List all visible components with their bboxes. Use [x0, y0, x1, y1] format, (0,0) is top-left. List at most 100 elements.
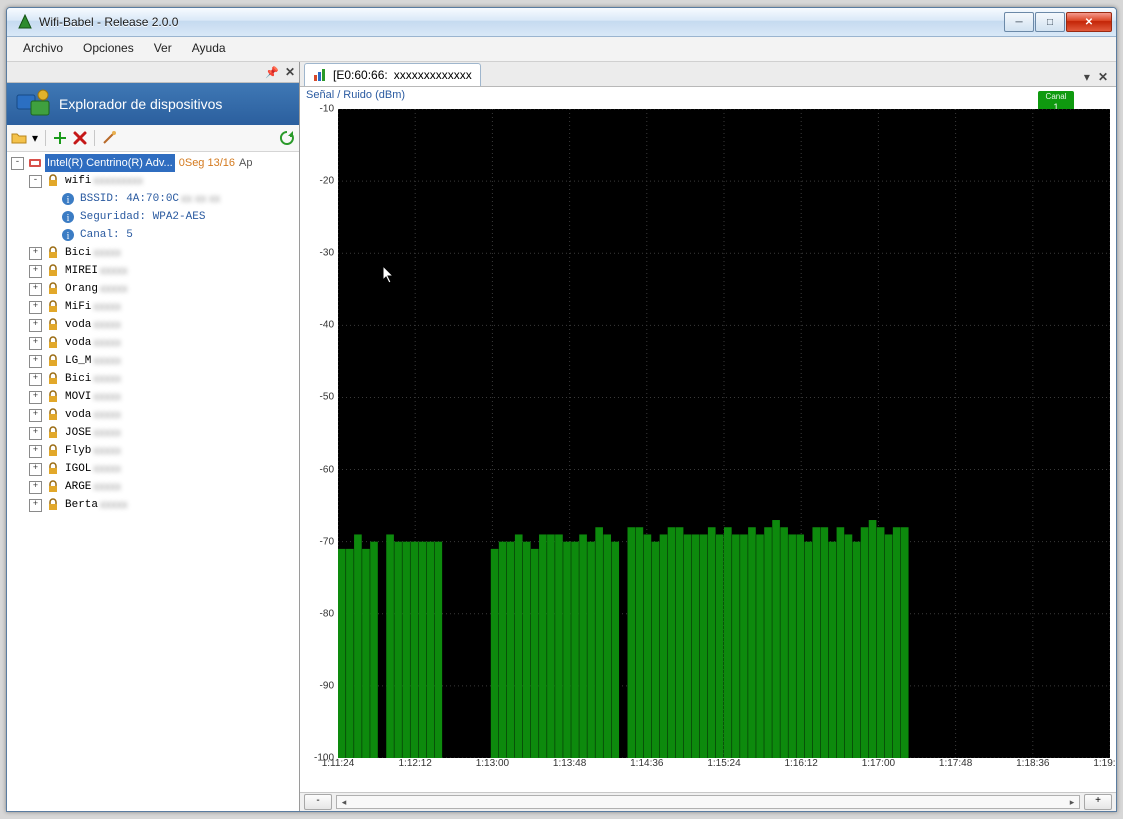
menu-archivo[interactable]: Archivo [13, 37, 73, 61]
expand-icon[interactable]: + [29, 391, 42, 404]
y-tick: -10 [320, 104, 334, 115]
lock-icon [46, 174, 60, 188]
network-label: Flyb [63, 442, 93, 460]
tree-network-row[interactable]: +LG_Mxxxxx [7, 352, 299, 370]
x-axis: 1:11:241:12:121:13:001:13:481:14:361:15:… [338, 758, 1110, 778]
expand-icon[interactable]: + [29, 481, 42, 494]
menu-ayuda[interactable]: Ayuda [182, 37, 236, 61]
tree-detail-row: i BSSID: 4A:70:0C xx xx xx [7, 190, 299, 208]
tree-adapter-row[interactable]: - Intel(R) Centrino(R) Adv... 0Seg 13/16… [7, 154, 299, 172]
y-tick: -40 [320, 320, 334, 331]
tree-network-row[interactable]: +vodaxxxxx [7, 406, 299, 424]
blurred-text: xxxxx [93, 424, 121, 442]
tab-bar: [E0:60:66: xxxxxxxxxxxxx ▾ ✕ [300, 62, 1116, 87]
maximize-button[interactable]: □ [1035, 12, 1065, 32]
tree-network-row[interactable]: +Bicixxxxx [7, 244, 299, 262]
x-tick: 1:12:12 [399, 758, 432, 769]
tree-network-row[interactable]: - wifi xxxxxxxxx [7, 172, 299, 190]
titlebar[interactable]: Wifi-Babel - Release 2.0.0 ─ □ ✕ [7, 8, 1116, 37]
tree-detail-row: i Canal: 5 [7, 226, 299, 244]
network-label: voda [63, 406, 93, 424]
blurred-text: xxxxx [93, 370, 121, 388]
refresh-icon[interactable] [279, 130, 295, 146]
scroll-right-icon[interactable]: ▸ [1065, 797, 1079, 807]
expand-icon[interactable]: + [29, 409, 42, 422]
folder-icon[interactable] [11, 130, 27, 146]
info-icon: i [61, 192, 75, 206]
y-tick: -50 [320, 392, 334, 403]
collapse-icon[interactable]: - [29, 175, 42, 188]
x-tick: 1:17:00 [862, 758, 895, 769]
expand-icon[interactable]: + [29, 499, 42, 512]
y-tick: -70 [320, 536, 334, 547]
pin-icon[interactable]: 📌 [265, 66, 279, 79]
close-button[interactable]: ✕ [1066, 12, 1112, 32]
lock-icon [46, 336, 60, 350]
collapse-icon[interactable]: - [11, 157, 24, 170]
tree-network-row[interactable]: + vodaxxxxx [7, 334, 299, 352]
chart-tab[interactable]: [E0:60:66: xxxxxxxxxxxxx [304, 63, 481, 86]
expand-icon[interactable]: + [29, 265, 42, 278]
channel-label: Canal: 5 [78, 226, 135, 244]
lock-icon [46, 480, 60, 494]
devices-icon [15, 87, 51, 121]
panel-close-icon[interactable]: ✕ [285, 65, 295, 79]
plot-area[interactable] [338, 109, 1110, 758]
network-ssid: wifi [63, 172, 93, 190]
expand-icon[interactable]: + [29, 445, 42, 458]
lock-icon [46, 498, 60, 512]
wand-icon[interactable] [101, 130, 117, 146]
menu-opciones[interactable]: Opciones [73, 37, 144, 61]
scroll-left-icon[interactable]: ◂ [337, 797, 351, 807]
tab-close-icon[interactable]: ✕ [1094, 68, 1112, 86]
y-tick: -20 [320, 176, 334, 187]
menu-ver[interactable]: Ver [144, 37, 182, 61]
tree-network-row[interactable]: +JOSExxxxx [7, 424, 299, 442]
tree-network-row[interactable]: +MOVIxxxxx [7, 388, 299, 406]
tree-network-row[interactable]: +MiFixxxxx [7, 298, 299, 316]
blurred-text: xx xx xx [181, 190, 220, 208]
network-label: ARGE [63, 478, 93, 496]
network-label: voda [63, 316, 93, 334]
expand-icon[interactable]: + [29, 247, 42, 260]
tree-network-row[interactable]: +Flybxxxxx [7, 442, 299, 460]
tab-dropdown-icon[interactable]: ▾ [1080, 68, 1094, 86]
network-label: MOVI [63, 388, 93, 406]
device-tree[interactable]: - Intel(R) Centrino(R) Adv... 0Seg 13/16… [7, 152, 299, 811]
blurred-text: xxxxx [93, 334, 121, 352]
y-tick: -90 [320, 680, 334, 691]
expand-icon[interactable]: + [29, 427, 42, 440]
minimize-button[interactable]: ─ [1004, 12, 1034, 32]
tree-network-row[interactable]: +Bertaxxxxx [7, 496, 299, 514]
folder-dropdown-icon[interactable]: ▾ [31, 130, 39, 146]
tree-network-row[interactable]: +vodaxxxxx [7, 316, 299, 334]
expand-icon[interactable]: + [29, 463, 42, 476]
lock-icon [46, 300, 60, 314]
tree-network-row[interactable]: +MIREIxxxxx [7, 262, 299, 280]
expand-icon[interactable]: + [29, 355, 42, 368]
scroll-track[interactable]: ◂ ▸ [336, 795, 1080, 809]
panel-header-controls: 📌 ✕ [7, 62, 299, 83]
network-label: voda [63, 334, 93, 352]
expand-icon[interactable]: + [29, 319, 42, 332]
x-tick: 1:13:48 [553, 758, 586, 769]
tree-network-row[interactable]: +ARGExxxxx [7, 478, 299, 496]
x-tick: 1:13:00 [476, 758, 509, 769]
network-label: Bici [63, 244, 93, 262]
lock-icon [46, 318, 60, 332]
add-button[interactable] [52, 130, 68, 146]
expand-icon[interactable]: + [29, 337, 42, 350]
expand-icon[interactable]: + [29, 283, 42, 296]
delete-button[interactable] [72, 130, 88, 146]
expand-icon[interactable]: + [29, 301, 42, 314]
security-label: Seguridad: WPA2-AES [78, 208, 207, 226]
zoom-out-button[interactable]: - [304, 794, 332, 810]
tree-network-row[interactable]: +Orangxxxxx [7, 280, 299, 298]
tree-detail-row: i Seguridad: WPA2-AES [7, 208, 299, 226]
chart-tab-icon [313, 68, 327, 82]
zoom-in-button[interactable]: + [1084, 794, 1112, 810]
tree-network-row[interactable]: +IGOLxxxxx [7, 460, 299, 478]
expand-icon[interactable]: + [29, 373, 42, 386]
blurred-text: xxxxx [93, 460, 121, 478]
tree-network-row[interactable]: +Bicixxxxx [7, 370, 299, 388]
